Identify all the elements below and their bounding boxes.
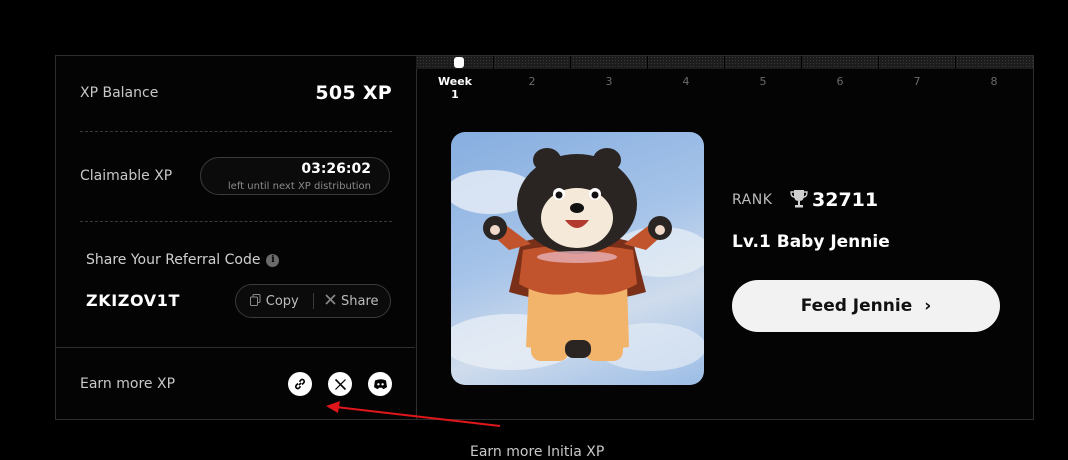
x-icon[interactable] <box>328 372 352 396</box>
week-label-5: 5 <box>759 75 767 88</box>
week-tick <box>724 56 725 69</box>
share-button[interactable]: Share <box>314 285 391 317</box>
pet-illustration <box>451 148 704 371</box>
referral-title: Share Your Referral Code i <box>86 252 280 268</box>
week-label-8: 8 <box>990 75 998 88</box>
week-tick <box>647 56 648 69</box>
countdown-pill: 03:26:02 left until next XP distribution <box>200 157 390 195</box>
week-progress-bar <box>416 56 1033 69</box>
week-tick <box>801 56 802 69</box>
week-tick <box>955 56 956 69</box>
divider <box>80 131 392 132</box>
divider <box>56 347 415 348</box>
feed-button[interactable]: Feed Jennie › <box>732 280 1000 332</box>
week-label-4: 4 <box>682 75 690 88</box>
countdown-note: left until next XP distribution <box>227 181 371 192</box>
copy-icon <box>249 293 261 309</box>
week-label-7: 7 <box>913 75 921 88</box>
week-tick <box>878 56 879 69</box>
copy-label: Copy <box>265 293 299 309</box>
xp-balance-value: 505 XP <box>315 82 392 104</box>
pet-name: Lv.1 Baby Jennie <box>732 232 890 252</box>
week-progress-knob[interactable] <box>454 57 464 68</box>
x-logo-icon <box>325 294 336 308</box>
week-label-2: 2 <box>528 75 536 88</box>
claimable-xp-label: Claimable XP <box>80 168 173 184</box>
share-label: Share <box>340 293 379 309</box>
pet-image <box>451 132 704 385</box>
pet-area: Week 1 2 3 4 5 6 7 8 RANK 32711 Lv.1 Bab… <box>416 56 1033 419</box>
xp-summary-column: XP Balance 505 XP Claimable XP 03:26:02 … <box>56 56 417 419</box>
countdown-time: 03:26:02 <box>301 161 371 177</box>
trophy-icon <box>790 189 808 209</box>
week-label-1: Week 1 <box>438 75 472 101</box>
week-label-3: 3 <box>605 75 613 88</box>
earn-more-label: Earn more XP <box>80 376 176 392</box>
week-tick <box>570 56 571 69</box>
chevron-right-icon: › <box>924 296 932 316</box>
referral-code: ZKIZOV1T <box>86 291 180 310</box>
divider <box>80 221 392 222</box>
discord-icon[interactable] <box>368 372 392 396</box>
xp-panel: XP Balance 505 XP Claimable XP 03:26:02 … <box>55 55 1034 420</box>
link-icon[interactable] <box>288 372 312 396</box>
rank-value: 32711 <box>812 189 879 211</box>
earn-more-caption: Earn more Initia XP <box>470 444 605 460</box>
info-icon[interactable]: i <box>266 253 280 267</box>
referral-title-text: Share Your Referral Code <box>86 252 261 268</box>
feed-button-label: Feed Jennie <box>800 296 913 316</box>
copy-button[interactable]: Copy <box>236 285 313 317</box>
copy-share-group: Copy Share <box>235 284 391 318</box>
week-label-6: 6 <box>836 75 844 88</box>
week-tick <box>493 56 494 69</box>
xp-balance-label: XP Balance <box>80 85 159 101</box>
rank-label: RANK <box>732 192 773 208</box>
